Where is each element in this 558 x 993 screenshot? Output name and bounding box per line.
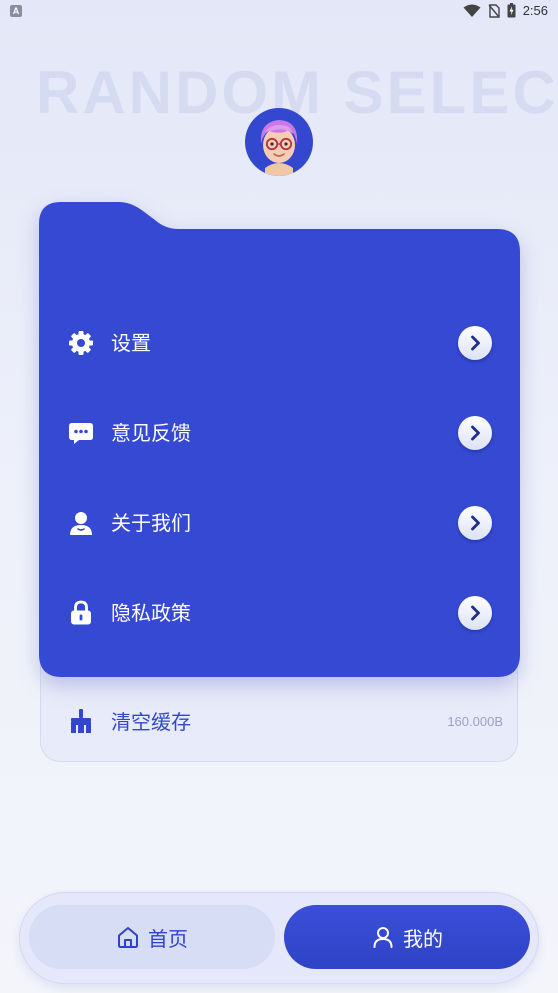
clock: 2:56 xyxy=(522,3,548,18)
no-sim-icon xyxy=(488,3,500,18)
clear-cache-label: 清空缓存 xyxy=(111,710,191,734)
bottom-nav: 首页 我的 xyxy=(19,892,539,984)
chevron-right-icon xyxy=(471,335,480,351)
menu-item-label: 隐私政策 xyxy=(111,601,191,625)
cache-size: 160.000B xyxy=(447,714,503,729)
menu-item-label: 关于我们 xyxy=(111,511,191,535)
avatar-face-icon xyxy=(260,120,298,176)
tab-mine-label: 我的 xyxy=(403,926,443,951)
chat-bubble-icon xyxy=(69,423,93,444)
tab-mine[interactable]: 我的 xyxy=(284,905,530,969)
chevron-button[interactable] xyxy=(458,506,492,540)
chevron-right-icon xyxy=(471,515,480,531)
chevron-right-icon xyxy=(471,425,480,441)
tab-home[interactable]: 首页 xyxy=(29,905,275,969)
broom-icon xyxy=(71,709,91,733)
menu-item-label: 意见反馈 xyxy=(111,421,191,445)
app-notification-icon: A xyxy=(10,5,22,17)
user-icon xyxy=(373,927,393,948)
lock-icon xyxy=(71,600,91,625)
menu-item-feedback[interactable]: 意见反馈 xyxy=(39,403,520,463)
menu-item-settings[interactable]: 设置 xyxy=(39,313,520,373)
menu-item-about[interactable]: 关于我们 xyxy=(39,493,520,553)
chevron-button[interactable] xyxy=(458,416,492,450)
menu-item-label: 设置 xyxy=(111,331,151,355)
status-bar: A 2:56 xyxy=(0,0,558,24)
chevron-button[interactable] xyxy=(458,596,492,630)
status-icons: 2:56 xyxy=(463,3,548,18)
clear-cache-item[interactable]: 清空缓存 160.000B xyxy=(40,692,518,752)
avatar[interactable] xyxy=(245,108,313,176)
person-icon xyxy=(70,512,92,535)
tab-home-label: 首页 xyxy=(148,926,188,951)
battery-charging-icon xyxy=(507,3,516,18)
chevron-right-icon xyxy=(471,605,480,621)
wifi-icon xyxy=(463,4,481,17)
gear-icon xyxy=(69,331,93,355)
chevron-button[interactable] xyxy=(458,326,492,360)
menu-item-privacy[interactable]: 隐私政策 xyxy=(39,583,520,643)
home-icon xyxy=(118,927,138,948)
